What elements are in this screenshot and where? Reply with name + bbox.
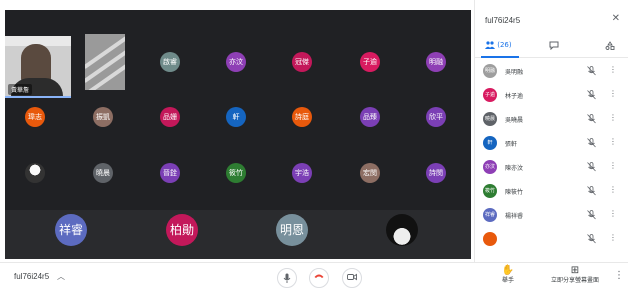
participant-avatar[interactable]: 子逾 xyxy=(360,52,380,72)
participant-list-avatar: 亦汶 xyxy=(483,160,497,174)
chat-icon xyxy=(549,41,559,51)
participant-avatar-large[interactable]: 柏勛 xyxy=(166,214,198,246)
participant-avatar[interactable]: 啟睿 xyxy=(160,52,180,72)
participant-name: 陳筱竹 xyxy=(505,189,524,196)
participant-row[interactable]: 明融 吳明融 ⋮ xyxy=(475,62,628,86)
participant-avatar[interactable]: 振凱 xyxy=(93,107,113,127)
participant-list-avatar: 筱竹 xyxy=(483,184,497,198)
hang-up-icon xyxy=(314,274,324,278)
participant-list-avatar: 曉晨 xyxy=(483,112,497,126)
avatar-row-2: 瑋志 振凱 品姗 軒 詩庭 品臻 欣平 xyxy=(5,107,471,129)
more-options-icon[interactable]: ⋮ xyxy=(609,137,617,146)
participant-name: 張軒 xyxy=(505,141,518,148)
chevron-up-icon[interactable]: ︿ xyxy=(57,271,65,282)
mic-button[interactable] xyxy=(277,268,297,288)
participant-row[interactable]: 祥睿 楊祥睿 ⋮ xyxy=(475,206,628,230)
participant-list-avatar xyxy=(483,232,497,246)
more-options-icon[interactable]: ⋮ xyxy=(609,233,617,242)
more-options-icon[interactable]: ⋮ xyxy=(609,65,617,74)
participant-row[interactable]: 亦汶 陳亦汶 ⋮ xyxy=(475,158,628,182)
present-label: 立即分享螢幕畫面 xyxy=(550,277,599,284)
avatar-row-3: 曉晨 晉銓 筱竹 宇浩 宏閔 詩閔 xyxy=(5,163,471,185)
raise-hand-button[interactable]: ✋ 舉手 xyxy=(478,265,538,285)
participant-name: 楊祥睿 xyxy=(505,213,524,220)
mic-muted-icon[interactable] xyxy=(587,210,596,220)
mic-muted-icon[interactable] xyxy=(587,234,596,244)
video-camera-icon xyxy=(347,273,357,281)
mic-muted-icon[interactable] xyxy=(587,162,596,172)
participant-avatar[interactable]: 欣平 xyxy=(426,107,446,127)
raise-hand-label: 舉手 xyxy=(501,277,514,284)
participant-list-avatar: 明融 xyxy=(483,64,497,78)
participant-avatar-large[interactable]: 祥睿 xyxy=(55,214,87,246)
participant-list-avatar: 軒 xyxy=(483,136,497,150)
participant-name: 吳明融 xyxy=(505,69,524,76)
tab-people[interactable]: (26) xyxy=(485,41,512,49)
participant-avatar[interactable]: 品姗 xyxy=(160,107,180,127)
panel-title: ful76i24r5 xyxy=(485,16,521,25)
participant-avatar[interactable]: 筱竹 xyxy=(226,163,246,183)
hand-icon: ✋ xyxy=(501,265,515,276)
people-panel: ful76i24r5 ✕ (26) 明融 吳明融 ⋮ 子逾 林子逾 ⋮ 曉晨 吳… xyxy=(474,0,628,262)
more-options-icon[interactable]: ⋮ xyxy=(614,270,624,281)
participant-list-avatar: 子逾 xyxy=(483,88,497,102)
participant-photo-avatar-large[interactable] xyxy=(386,214,418,246)
participant-avatar[interactable]: 品臻 xyxy=(360,107,380,127)
participant-avatar[interactable]: 詩庭 xyxy=(292,107,312,127)
participant-avatar[interactable]: 宇浩 xyxy=(292,163,312,183)
participant-name: 吳曉晨 xyxy=(505,117,524,124)
participant-row[interactable]: 軒 張軒 ⋮ xyxy=(475,134,628,158)
participant-avatar[interactable]: 亦汶 xyxy=(226,52,246,72)
speaking-indicator xyxy=(5,96,71,98)
more-options-icon[interactable]: ⋮ xyxy=(609,209,617,218)
participant-avatar[interactable]: 曉晨 xyxy=(93,163,113,183)
participant-avatar-large[interactable]: 明恩 xyxy=(276,214,308,246)
participant-avatar[interactable]: 軒 xyxy=(226,107,246,127)
leave-call-button[interactable] xyxy=(309,268,329,288)
microphone-icon xyxy=(283,273,291,283)
close-icon[interactable]: ✕ xyxy=(612,13,620,24)
participant-photo-avatar[interactable] xyxy=(25,163,45,183)
active-tab-indicator xyxy=(481,56,519,58)
present-screen-icon: ⊞ xyxy=(570,265,580,276)
mic-muted-icon[interactable] xyxy=(587,138,596,148)
present-button[interactable]: ⊞ 立即分享螢幕畫面 xyxy=(545,265,605,285)
participant-avatar[interactable]: 詩閔 xyxy=(426,163,446,183)
meet-window: 黃華詹 啟睿 亦汶 冠傑 子逾 明融 瑋志 振凱 品姗 軒 詩庭 品臻 欣平 曉… xyxy=(0,0,628,291)
participant-avatar[interactable]: 冠傑 xyxy=(292,52,312,72)
participant-list-avatar: 祥睿 xyxy=(483,208,497,222)
self-name-tag: 黃華詹 xyxy=(8,84,33,95)
participant-row[interactable]: ⋮ xyxy=(475,230,628,254)
bottom-toolbar: ful76i24r5 ︿ ✋ 舉手 ⊞ 立即分享螢幕畫面 ⋮ xyxy=(0,262,628,291)
camera-button[interactable] xyxy=(342,268,362,288)
meeting-code[interactable]: ful76i24r5 xyxy=(14,272,49,281)
tab-activities[interactable] xyxy=(605,41,615,52)
mic-muted-icon[interactable] xyxy=(587,186,596,196)
more-options-icon[interactable]: ⋮ xyxy=(609,89,617,98)
panel-tabs: (26) xyxy=(475,38,628,58)
participant-avatar[interactable]: 宏閔 xyxy=(360,163,380,183)
avatar-row-1: 啟睿 亦汶 冠傑 子逾 明融 xyxy=(5,52,471,74)
participant-avatar[interactable]: 瑋志 xyxy=(25,107,45,127)
more-options-icon[interactable]: ⋮ xyxy=(609,113,617,122)
participant-name: 陳亦汶 xyxy=(505,165,524,172)
participant-name: 林子逾 xyxy=(505,93,524,100)
more-options-icon[interactable]: ⋮ xyxy=(609,161,617,170)
people-count: (26) xyxy=(497,41,512,49)
mic-muted-icon[interactable] xyxy=(587,90,596,100)
participant-avatar[interactable]: 明融 xyxy=(426,52,446,72)
shapes-icon xyxy=(605,41,615,50)
people-icon xyxy=(485,41,495,49)
video-stage: 黃華詹 啟睿 亦汶 冠傑 子逾 明融 瑋志 振凱 品姗 軒 詩庭 品臻 欣平 曉… xyxy=(5,10,471,259)
avatar-row-4: 祥睿 柏勛 明恩 xyxy=(5,214,471,250)
participant-row[interactable]: 子逾 林子逾 ⋮ xyxy=(475,86,628,110)
participant-row[interactable]: 筱竹 陳筱竹 ⋮ xyxy=(475,182,628,206)
participant-avatar[interactable]: 晉銓 xyxy=(160,163,180,183)
participant-row[interactable]: 曉晨 吳曉晨 ⋮ xyxy=(475,110,628,134)
mic-muted-icon[interactable] xyxy=(587,114,596,124)
more-options-icon[interactable]: ⋮ xyxy=(609,185,617,194)
mic-muted-icon[interactable] xyxy=(587,66,596,76)
tab-chat[interactable] xyxy=(549,41,559,52)
